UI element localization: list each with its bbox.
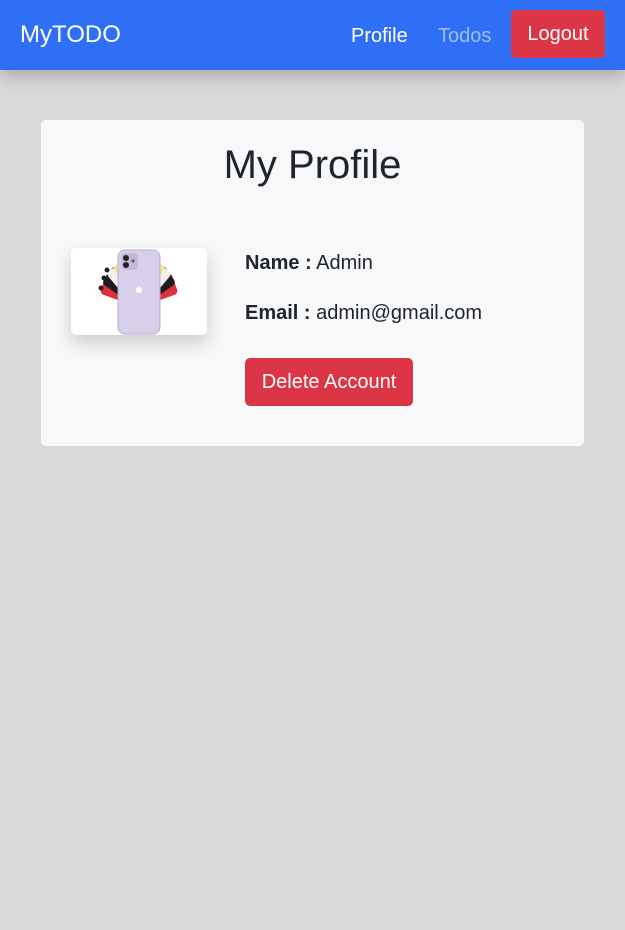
name-value: Admin bbox=[316, 252, 373, 274]
avatar bbox=[71, 248, 207, 335]
delete-account-button[interactable]: Delete Account bbox=[245, 358, 413, 406]
profile-card: My Profile Name: Admin Email: admin@gm… bbox=[41, 120, 584, 446]
page-title: My Profile bbox=[223, 143, 402, 187]
logout-button[interactable]: Logout bbox=[511, 10, 605, 58]
nav-link-profile[interactable]: Profile bbox=[351, 24, 408, 48]
brand-logo[interactable]: MyTODO bbox=[20, 21, 121, 49]
email-label: Email : bbox=[245, 302, 311, 324]
profile-name-row: Name : Admin bbox=[245, 251, 373, 275]
phone-fan-image bbox=[98, 249, 178, 335]
profile-email-row: Email : admin@gmail.com bbox=[245, 301, 482, 325]
top-navbar: MyTODO Profile Todos Logout bbox=[0, 0, 625, 70]
name-label: Name : bbox=[245, 252, 312, 274]
nav-link-todos[interactable]: Todos bbox=[438, 24, 491, 48]
email-value: admin@gmail.com bbox=[316, 302, 483, 324]
